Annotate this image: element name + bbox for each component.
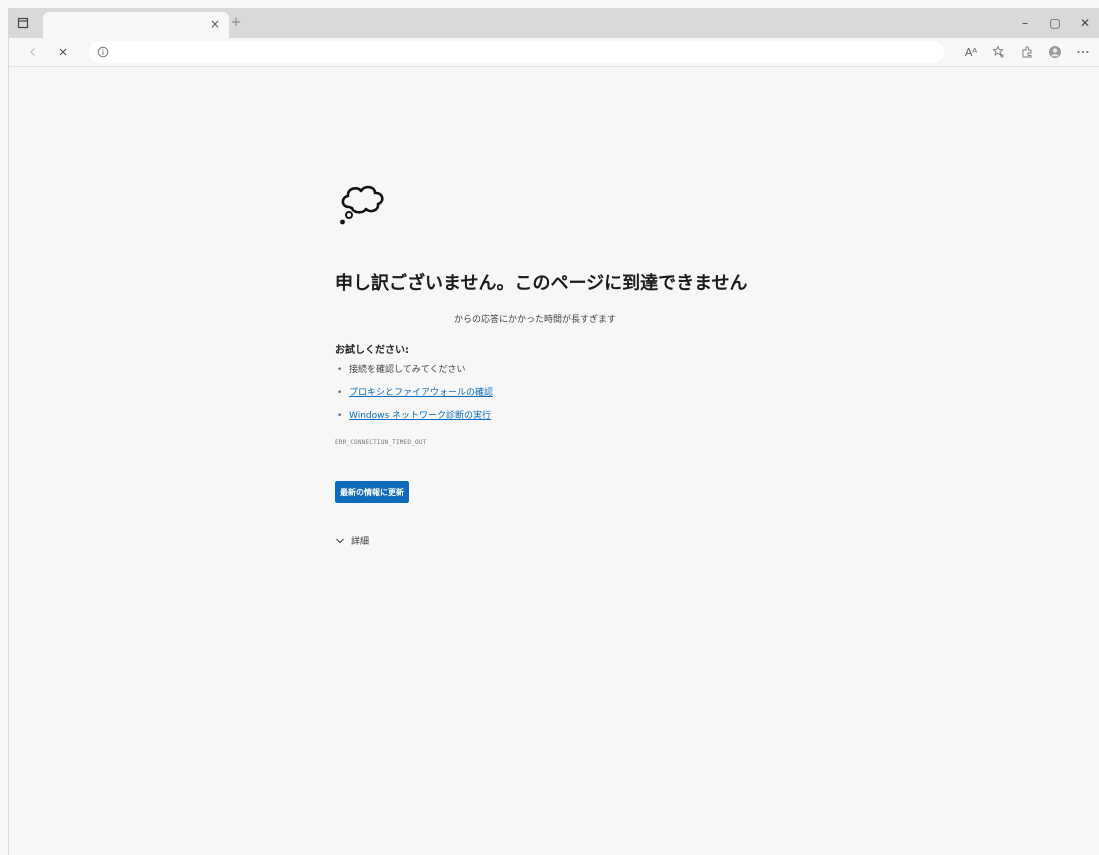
address-input[interactable]: [117, 43, 921, 63]
minimize-icon[interactable]: –: [1010, 8, 1040, 38]
suggestion-item: プロキシとファイアウォールの確認: [335, 386, 493, 409]
read-aloud-icon[interactable]: Aᴬ: [960, 42, 982, 62]
page-content: 申し訳ございません。このページに到達できません からの応答にかかった時間が長すぎ…: [9, 67, 1099, 855]
suggestion-item: Windows ネットワーク診断の実行: [335, 409, 493, 432]
info-icon[interactable]: [95, 44, 111, 60]
suggestions-heading: お試しください:: [335, 345, 409, 356]
new-tab-icon[interactable]: +: [227, 14, 245, 32]
refresh-button[interactable]: 最新の情報に更新: [335, 481, 409, 503]
details-toggle[interactable]: 詳細: [335, 534, 369, 547]
maximize-icon[interactable]: ▢: [1040, 8, 1070, 38]
close-tab-icon[interactable]: ×: [207, 16, 223, 32]
browser-tab[interactable]: ×: [43, 12, 229, 38]
tab-strip: × + – ▢ ✕: [9, 8, 1099, 38]
thought-bubble-icon: [340, 185, 384, 225]
extensions-icon[interactable]: [1016, 42, 1038, 62]
toolbar-right: Aᴬ: [960, 42, 1094, 62]
check-connection-text: 接続を確認してみてください: [349, 365, 466, 375]
add-favorite-icon[interactable]: [988, 42, 1010, 62]
network-diagnostics-link[interactable]: Windows ネットワーク診断の実行: [349, 411, 491, 421]
close-window-icon[interactable]: ✕: [1070, 8, 1099, 38]
error-code: ERR_CONNECTION_TIMED_OUT: [335, 439, 427, 446]
address-bar[interactable]: [89, 41, 944, 63]
back-icon[interactable]: [23, 43, 43, 61]
navigation-bar: Aᴬ: [9, 38, 1099, 67]
tab-actions-icon[interactable]: [15, 15, 31, 31]
page-title: 申し訳ございません。このページに到達できません: [335, 273, 748, 294]
window-controls: – ▢ ✕: [1010, 8, 1099, 38]
more-options-icon[interactable]: [1072, 42, 1094, 62]
suggestion-item: 接続を確認してみてください: [335, 363, 493, 386]
suggestion-list: 接続を確認してみてください プロキシとファイアウォールの確認 Windows ネ…: [335, 363, 493, 432]
chevron-down-icon: [336, 538, 344, 543]
error-description: からの応答にかかった時間が長すぎます: [453, 315, 616, 325]
profile-avatar-icon[interactable]: [1044, 42, 1066, 62]
check-proxy-firewall-link[interactable]: プロキシとファイアウォールの確認: [349, 388, 493, 398]
browser-window: × + – ▢ ✕ Aᴬ 申し訳ございません。このページに到達できません からの…: [8, 8, 1099, 855]
details-label: 詳細: [351, 537, 370, 547]
stop-loading-icon[interactable]: [53, 43, 73, 61]
